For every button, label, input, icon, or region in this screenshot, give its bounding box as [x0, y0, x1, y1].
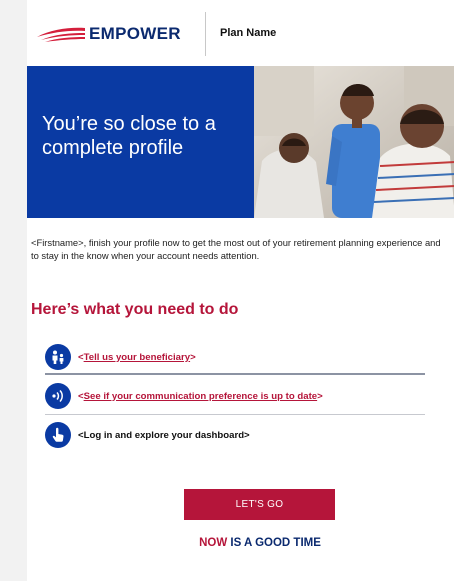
hero-title: You’re so close to a complete profile — [42, 113, 216, 159]
email-header: EMPOWER Plan Name — [27, 0, 454, 66]
tagline-accent: NOW — [199, 537, 228, 549]
communication-preference-link[interactable]: <See if your communication preference is… — [78, 391, 323, 402]
beneficiary-link-close-bracket: > — [190, 351, 196, 363]
tagline-rest: IS A GOOD TIME — [227, 537, 321, 549]
beneficiary-link-text: Tell us your beneficiary — [83, 351, 191, 363]
communication-link-text: See if your communication preference is … — [83, 390, 318, 402]
pointer-hand-icon — [45, 422, 71, 448]
dashboard-step-text: <Log in and explore your dashboard> — [78, 429, 250, 441]
hero-photo — [254, 66, 454, 218]
header-divider — [205, 12, 206, 56]
logo-wordmark: EMPOWER — [89, 24, 181, 43]
hero-text-panel: You’re so close to a complete profile — [27, 66, 254, 218]
tagline: NOW IS A GOOD TIME — [27, 537, 454, 549]
sound-icon — [45, 383, 71, 409]
barbershop-photo-illustration — [254, 66, 454, 218]
intro-paragraph: <Firstname>, finish your profile now to … — [31, 237, 441, 261]
empower-logo[interactable]: EMPOWER — [35, 22, 181, 46]
section-title: Here’s what you need to do — [31, 301, 239, 318]
step-divider — [45, 373, 425, 375]
step-communication-preference[interactable]: <See if your communication preference is… — [45, 379, 425, 413]
communication-link-close-bracket: > — [317, 390, 323, 402]
email-card: EMPOWER Plan Name You’re so close to a c… — [27, 0, 454, 581]
plan-name: Plan Name — [220, 27, 277, 39]
step-beneficiary[interactable]: <Tell us your beneficiary> — [45, 340, 425, 374]
lets-go-button[interactable]: LET'S GO — [184, 489, 335, 520]
empower-swoosh-icon — [37, 27, 85, 42]
beneficiary-link[interactable]: <Tell us your beneficiary> — [78, 352, 196, 363]
step-divider — [45, 414, 425, 415]
family-icon — [45, 344, 71, 370]
hero-banner: You’re so close to a complete profile — [27, 66, 454, 218]
step-dashboard: <Log in and explore your dashboard> — [45, 418, 425, 452]
